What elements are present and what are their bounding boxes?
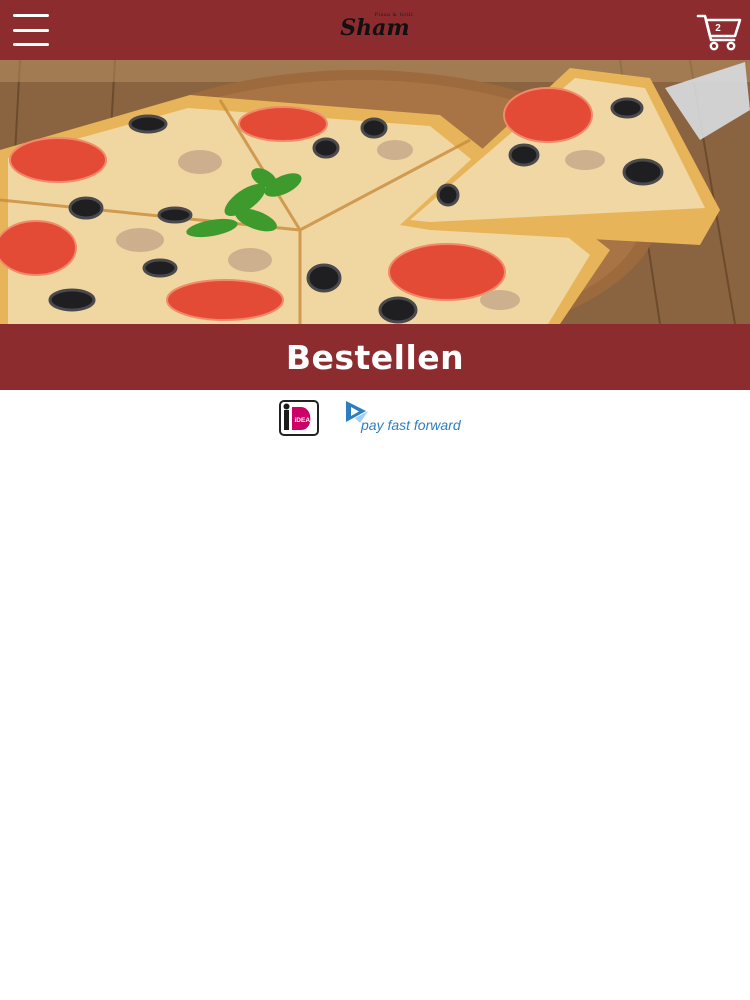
pay-fast-forward-text: pay fast forward bbox=[361, 417, 461, 433]
menu-icon-bar bbox=[13, 43, 49, 46]
ideal-logo-icon: iDEAL bbox=[279, 400, 319, 436]
cart-button[interactable]: 2 bbox=[696, 10, 742, 52]
order-banner: Bestellen bbox=[0, 324, 750, 390]
logo[interactable]: Pizza & Grill Sham bbox=[330, 8, 420, 52]
top-bar: Pizza & Grill Sham 2 bbox=[0, 0, 750, 60]
logo-title: Sham bbox=[340, 15, 410, 41]
menu-icon-bar bbox=[13, 28, 49, 32]
ideal-logo-text: iDEAL bbox=[295, 417, 315, 424]
cart-count-badge: 2 bbox=[715, 23, 721, 34]
menu-icon-bar bbox=[13, 14, 49, 17]
pay-fast-forward-logo: pay fast forward bbox=[342, 398, 482, 436]
hero-pizza-image bbox=[0, 60, 750, 324]
menu-button[interactable] bbox=[13, 14, 49, 46]
payment-methods: iDEAL pay fast forward bbox=[0, 396, 750, 440]
page-title: Bestellen bbox=[285, 337, 465, 377]
